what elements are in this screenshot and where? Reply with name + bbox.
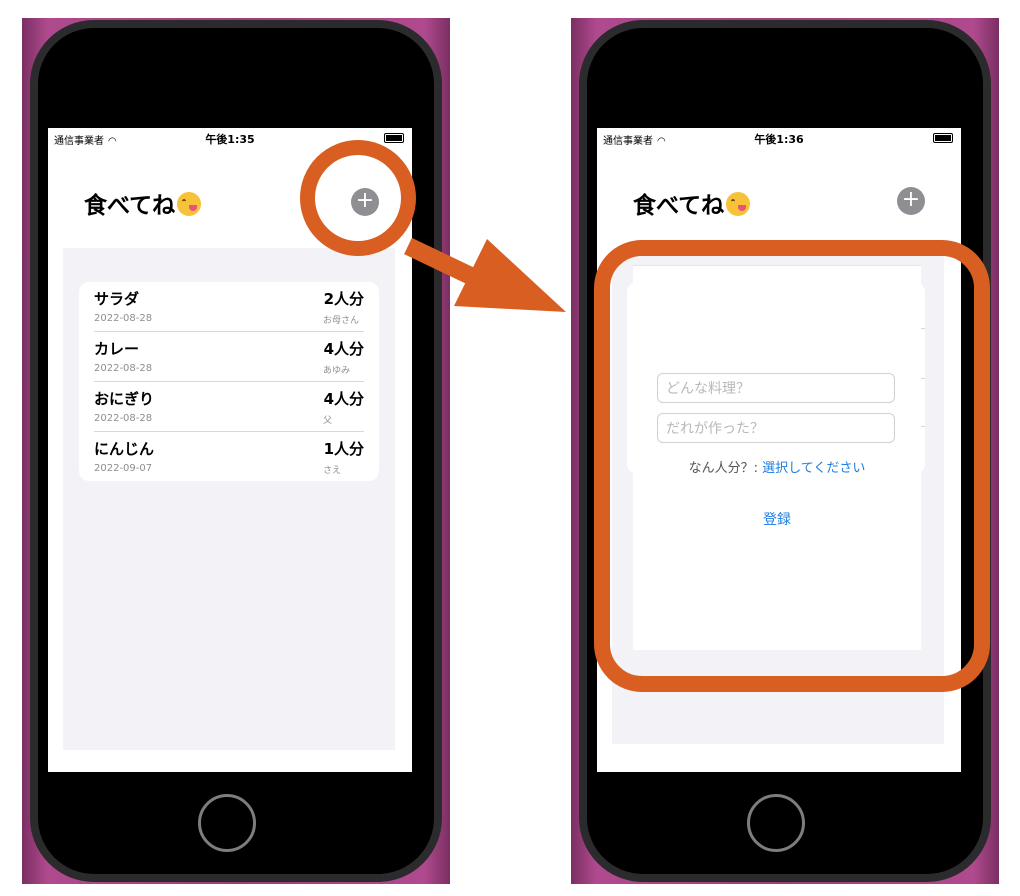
- highlight-rounded-rect: [594, 240, 990, 692]
